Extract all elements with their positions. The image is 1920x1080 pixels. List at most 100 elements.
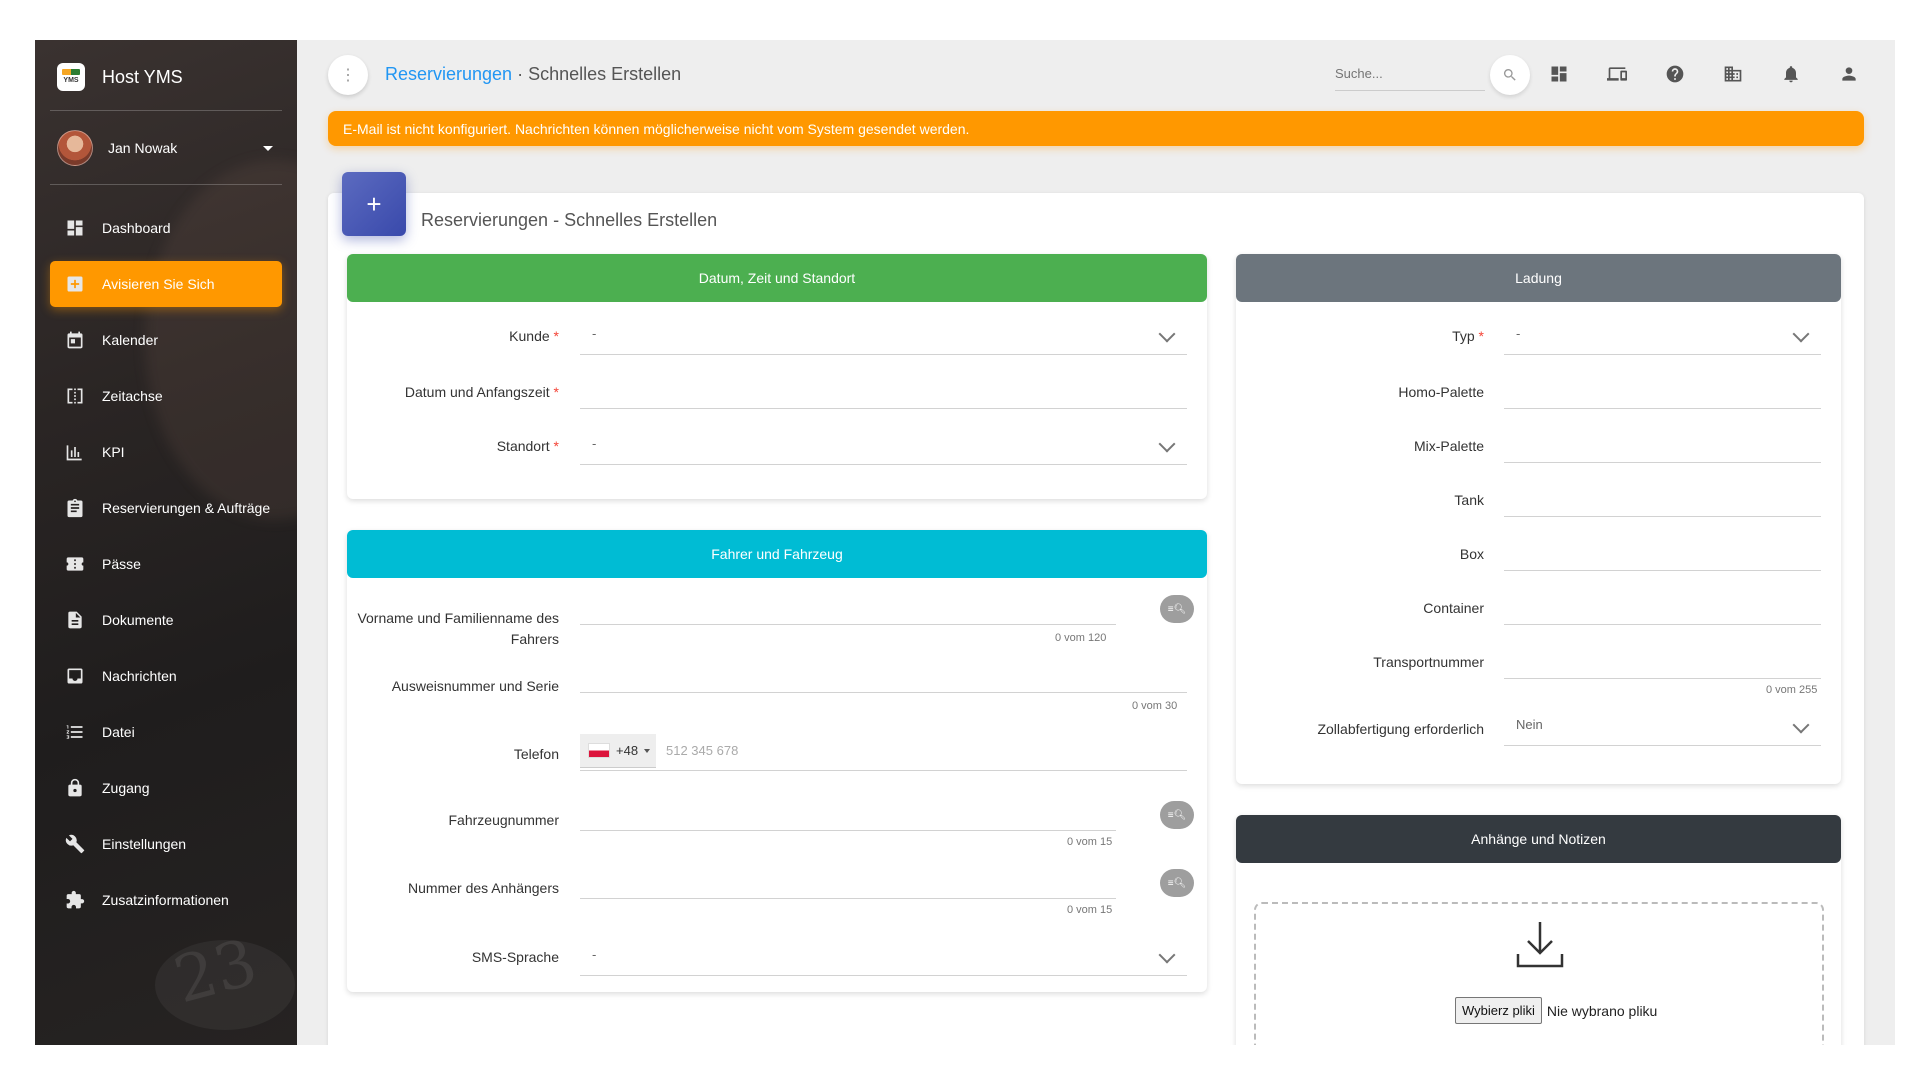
person-icon[interactable] — [1837, 62, 1861, 86]
sidebar-item-label: KPI — [102, 444, 125, 460]
sidebar-divider — [50, 184, 282, 185]
calendar-icon — [64, 329, 86, 351]
sidebar-item-avisieren[interactable]: Avisieren Sie Sich — [50, 261, 282, 307]
search-input[interactable] — [1335, 62, 1485, 85]
sidebar-item-label: Zeitachse — [102, 388, 163, 404]
sidebar-item-kpi[interactable]: KPI — [50, 429, 282, 475]
email-warning-alert: E-Mail ist nicht konfiguriert. Nachricht… — [328, 111, 1864, 146]
search-icon — [1503, 69, 1516, 81]
section-header: Datum, Zeit und Standort — [347, 254, 1207, 302]
add-box-icon — [64, 273, 86, 295]
transportnummer-input[interactable] — [1504, 642, 1821, 679]
sidebar-divider — [50, 110, 282, 111]
sidebar-background-decoration: 23 — [166, 925, 265, 1019]
field-label: Kunde * — [509, 328, 559, 344]
sidebar-item-datei[interactable]: Datei — [50, 709, 282, 755]
file-status: Nie wybrano pliku — [1546, 1002, 1658, 1019]
sidebar-item-passe[interactable]: Pässe — [50, 541, 282, 587]
field-label: Homo-Palette — [1398, 384, 1484, 400]
download-icon — [1516, 922, 1564, 968]
poland-flag-icon — [588, 743, 610, 758]
devices-icon[interactable] — [1605, 62, 1629, 86]
choose-files-button[interactable]: Wybierz pliki — [1455, 997, 1542, 1024]
avatar — [57, 130, 93, 166]
timeline-icon — [64, 385, 86, 407]
phone-input[interactable]: +48 512 345 678 — [580, 734, 1187, 771]
section-header: Fahrer und Fahrzeug — [347, 530, 1207, 578]
breadcrumb-current: Schnelles Erstellen — [528, 64, 682, 84]
field-label: Tank — [1454, 492, 1484, 508]
sidebar-item-zeitachse[interactable]: Zeitachse — [50, 373, 282, 419]
file-picker: Wybierz pliki Nie wybrano pliku — [1455, 997, 1657, 1024]
bell-icon[interactable] — [1779, 62, 1803, 86]
section-date-location: Datum, Zeit und Standort Kunde * - Datum… — [347, 254, 1207, 499]
standort-select[interactable]: - — [580, 428, 1187, 465]
sidebar-item-label: Nachrichten — [102, 668, 177, 684]
vehicle-number-input[interactable] — [580, 794, 1116, 831]
mix-palette-input[interactable] — [1504, 426, 1821, 463]
field-label: Datum und Anfangszeit * — [404, 384, 559, 400]
caret-down-icon — [644, 748, 651, 753]
help-icon[interactable] — [1663, 62, 1687, 86]
chevron-down-icon — [1158, 946, 1176, 964]
search-button[interactable] — [1490, 55, 1530, 95]
more-menu-button[interactable]: ⋮ — [328, 55, 368, 95]
char-counter: 0 vom 30 — [1132, 700, 1178, 712]
container-input[interactable] — [1504, 588, 1821, 625]
sidebar-item-nachrichten[interactable]: Nachrichten — [50, 653, 282, 699]
typ-select[interactable]: - — [1504, 318, 1821, 355]
field-label: Fahrzeugnummer — [448, 812, 560, 828]
datum-input[interactable] — [580, 372, 1187, 409]
homo-palette-input[interactable] — [1504, 372, 1821, 409]
kunde-select[interactable]: - — [580, 318, 1187, 355]
sms-language-select[interactable]: - — [580, 939, 1187, 976]
brand[interactable]: YMS Host YMS — [57, 62, 183, 92]
zollabfertigung-select[interactable]: Nein — [1504, 709, 1821, 746]
vehicle-lookup-button[interactable]: ≡🔍︎ — [1160, 801, 1194, 829]
country-code-select[interactable]: +48 — [580, 734, 656, 768]
field-label: Standort * — [496, 438, 559, 454]
driver-name-input[interactable] — [580, 588, 1116, 625]
field-label: Nummer des Anhängers — [408, 880, 559, 896]
sidebar-item-label: Avisieren Sie Sich — [102, 276, 215, 292]
document-icon — [64, 609, 86, 631]
building-icon[interactable] — [1721, 62, 1745, 86]
sidebar-item-dashboard[interactable]: Dashboard — [50, 205, 282, 251]
driver-lookup-button[interactable]: ≡🔍︎ — [1160, 595, 1194, 623]
sidebar-item-label: Dokumente — [102, 612, 174, 628]
app-name: Host YMS — [102, 66, 183, 87]
box-input[interactable] — [1504, 534, 1821, 571]
chart-icon — [64, 441, 86, 463]
dashboard-icon — [64, 217, 86, 239]
file-dropzone[interactable]: Wybierz pliki Nie wybrano pliku — [1254, 902, 1824, 1045]
lock-icon — [64, 777, 86, 799]
field-label: Mix-Palette — [1413, 438, 1484, 454]
id-number-input[interactable] — [580, 656, 1187, 693]
sidebar-item-zusatzinformationen[interactable]: Zusatzinformationen — [50, 877, 282, 923]
char-counter: 0 vom 255 — [1766, 684, 1818, 696]
phone-placeholder: 512 345 678 — [666, 743, 739, 758]
sidebar-item-kalender[interactable]: Kalender — [50, 317, 282, 363]
sidebar-item-label: Einstellungen — [102, 836, 187, 852]
search-list-icon: ≡🔍︎ — [1167, 603, 1187, 615]
char-counter: 0 vom 15 — [1067, 904, 1113, 916]
chevron-down-icon — [1158, 435, 1176, 453]
user-menu[interactable]: Jan Nowak — [57, 130, 279, 166]
tank-input[interactable] — [1504, 480, 1821, 517]
section-cargo: Ladung Typ * - Homo-Palette Mix-Palette … — [1236, 254, 1841, 784]
sidebar-item-einstellungen[interactable]: Einstellungen — [50, 821, 282, 867]
sidebar-item-reservierungen[interactable]: Reservierungen & Aufträge — [50, 485, 282, 531]
field-label: Zollabfertigung erforderlich — [1317, 721, 1484, 737]
trailer-number-input[interactable] — [580, 862, 1116, 899]
dashboard-icon[interactable] — [1547, 62, 1571, 86]
trailer-lookup-button[interactable]: ≡🔍︎ — [1160, 869, 1194, 897]
breadcrumb-link-reservierungen[interactable]: Reservierungen — [385, 64, 512, 84]
sidebar-item-zugang[interactable]: Zugang — [50, 765, 282, 811]
sidebar-item-label: Pässe — [102, 556, 141, 572]
chevron-down-icon — [1792, 325, 1810, 343]
section-attachments: Anhänge und Notizen Wybierz pliki Nie wy… — [1236, 815, 1841, 1045]
sidebar-item-dokumente[interactable]: Dokumente — [50, 597, 282, 643]
field-label: Typ * — [1452, 328, 1484, 344]
breadcrumb-separator: · — [512, 64, 529, 84]
inbox-icon — [64, 665, 86, 687]
